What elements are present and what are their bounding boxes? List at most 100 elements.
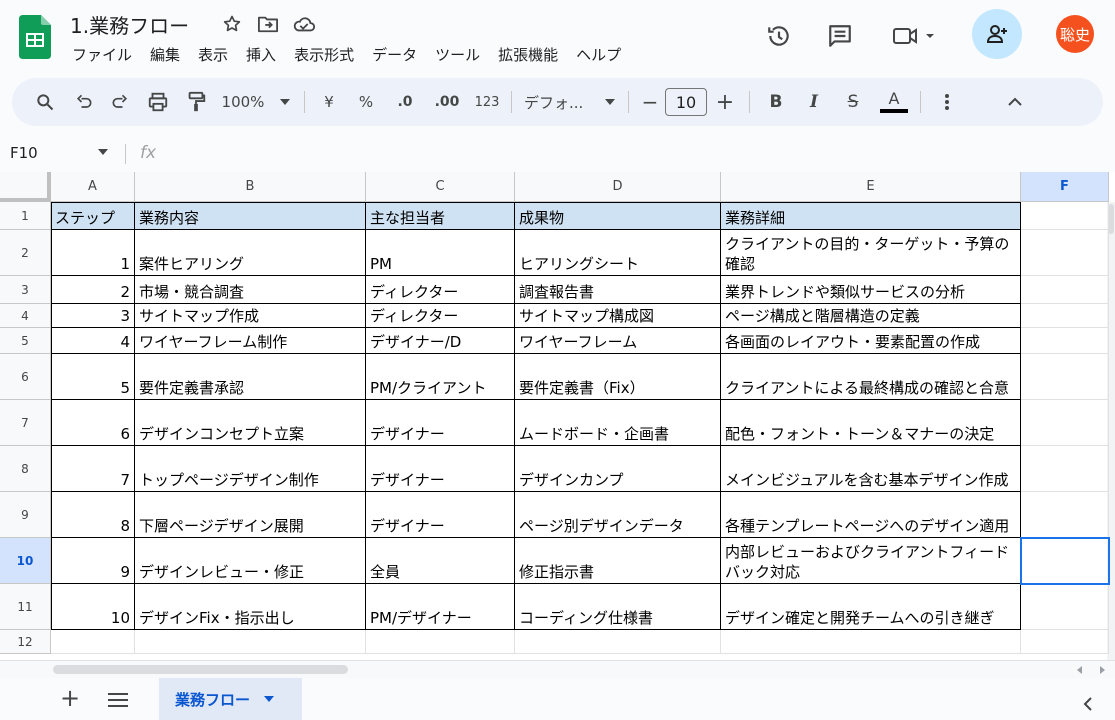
cell-e7[interactable]: 配色・フォント・トーン＆マナーの決定 <box>721 400 1021 446</box>
menu-format[interactable]: 表示形式 <box>285 44 363 65</box>
row-header-3[interactable]: 3 <box>0 276 51 304</box>
scroll-right-icon[interactable] <box>1098 666 1106 674</box>
menu-help[interactable]: ヘルプ <box>567 44 630 65</box>
cell-f7[interactable] <box>1021 400 1109 446</box>
row-header-10[interactable]: 10 <box>0 538 51 584</box>
cell-d2[interactable]: ヒアリングシート <box>515 230 721 276</box>
italic-button[interactable]: I <box>796 86 832 118</box>
cell-a12[interactable] <box>51 630 135 654</box>
print-icon[interactable] <box>138 86 178 118</box>
cell-d6[interactable]: 要件定義書（Fix） <box>515 354 721 400</box>
cell-b11[interactable]: デザインFix・指示出し <box>135 584 366 630</box>
cell-e10[interactable]: 内部レビューおよびクライアントフィードバック対応 <box>721 538 1021 584</box>
cell-b12[interactable] <box>135 630 366 654</box>
column-header-f[interactable]: F <box>1021 172 1109 202</box>
row-header-6[interactable]: 6 <box>0 354 51 400</box>
sheet-tab-active[interactable]: 業務フロー <box>159 678 302 720</box>
column-header-b[interactable]: B <box>135 172 366 202</box>
cell-e2[interactable]: クライアントの目的・ターゲット・予算の確認 <box>721 230 1021 276</box>
more-options-icon[interactable] <box>927 86 967 118</box>
cell-b4[interactable]: サイトマップ作成 <box>135 304 366 328</box>
cell-e11[interactable]: デザイン確定と開発チームへの引き継ぎ <box>721 584 1021 630</box>
name-box-dropdown-icon[interactable] <box>98 149 108 155</box>
currency-format-button[interactable]: ¥ <box>311 86 347 118</box>
row-header-7[interactable]: 7 <box>0 400 51 446</box>
collapse-toolbar-icon[interactable] <box>995 86 1035 118</box>
paint-format-icon[interactable] <box>178 86 214 118</box>
header-cell-deliverable[interactable]: 成果物 <box>515 202 721 230</box>
row-header-12[interactable]: 12 <box>0 630 51 654</box>
cell-f4[interactable] <box>1021 304 1109 328</box>
undo-icon[interactable] <box>66 86 102 118</box>
row-header-1[interactable]: 1 <box>0 202 51 230</box>
comments-icon[interactable] <box>826 22 854 50</box>
version-history-icon[interactable] <box>765 22 793 50</box>
strikethrough-button[interactable]: S <box>832 86 874 118</box>
increase-font-size-button[interactable]: + <box>707 86 743 118</box>
menu-tools[interactable]: ツール <box>426 44 489 65</box>
text-color-button[interactable]: A <box>874 86 914 118</box>
cell-f11[interactable] <box>1021 584 1109 630</box>
document-title[interactable]: 1.業務フロー <box>70 10 189 39</box>
star-icon[interactable] <box>220 12 244 36</box>
cloud-status-icon[interactable] <box>292 12 316 36</box>
cell-d9[interactable]: ページ別デザインデータ <box>515 492 721 538</box>
cell-f5[interactable] <box>1021 328 1109 354</box>
menu-data[interactable]: データ <box>363 44 426 65</box>
cell-c9[interactable]: デザイナー <box>366 492 515 538</box>
cell-e4[interactable]: ページ構成と階層構造の定義 <box>721 304 1021 328</box>
cell-e8[interactable]: メインビジュアルを含む基本デザイン作成 <box>721 446 1021 492</box>
row-header-5[interactable]: 5 <box>0 328 51 354</box>
header-cell-task[interactable]: 業務内容 <box>135 202 366 230</box>
horizontal-scrollbar[interactable] <box>0 660 1115 678</box>
cell-c12[interactable] <box>366 630 515 654</box>
increase-decimal-button[interactable]: .00 <box>425 86 469 118</box>
cell-a7[interactable]: 6 <box>51 400 135 446</box>
column-header-a[interactable]: A <box>51 172 135 202</box>
share-button[interactable] <box>972 9 1022 59</box>
cell-c11[interactable]: PM/デザイナー <box>366 584 515 630</box>
cell-e12[interactable] <box>721 630 1021 654</box>
zoom-dropdown-icon[interactable] <box>272 86 298 118</box>
cell-a9[interactable]: 8 <box>51 492 135 538</box>
cell-c3[interactable]: ディレクター <box>366 276 515 304</box>
cell-b2[interactable]: 案件ヒアリング <box>135 230 366 276</box>
add-sheet-button[interactable]: + <box>58 686 82 710</box>
horizontal-scroll-thumb[interactable] <box>53 665 348 674</box>
cell-b6[interactable]: 要件定義書承認 <box>135 354 366 400</box>
cell-a2[interactable]: 1 <box>51 230 135 276</box>
percent-format-button[interactable]: % <box>347 86 385 118</box>
menu-extensions[interactable]: 拡張機能 <box>489 44 567 65</box>
cell-c6[interactable]: PM/クライアント <box>366 354 515 400</box>
cell-d8[interactable]: デザインカンプ <box>515 446 721 492</box>
zoom-select[interactable]: 100% <box>214 86 272 118</box>
column-header-e[interactable]: E <box>721 172 1021 202</box>
cell-b8[interactable]: トップページデザイン制作 <box>135 446 366 492</box>
cell-e5[interactable]: 各画面のレイアウト・要素配置の作成 <box>721 328 1021 354</box>
cell-a3[interactable]: 2 <box>51 276 135 304</box>
cell-c4[interactable]: ディレクター <box>366 304 515 328</box>
cell-d3[interactable]: 調査報告書 <box>515 276 721 304</box>
cell-b7[interactable]: デザインコンセプト立案 <box>135 400 366 446</box>
cell-f3[interactable] <box>1021 276 1109 304</box>
cell-d7[interactable]: ムードボード・企画書 <box>515 400 721 446</box>
name-box[interactable]: F10 <box>10 144 38 162</box>
row-header-4[interactable]: 4 <box>0 304 51 328</box>
cell-a6[interactable]: 5 <box>51 354 135 400</box>
menu-insert[interactable]: 挿入 <box>237 44 285 65</box>
cell-d10[interactable]: 修正指示書 <box>515 538 721 584</box>
scroll-left-icon[interactable] <box>1076 666 1084 674</box>
cell-f8[interactable] <box>1021 446 1109 492</box>
cell-c2[interactable]: PM <box>366 230 515 276</box>
cell-e9[interactable]: 各種テンプレートページへのデザイン適用 <box>721 492 1021 538</box>
cell-d5[interactable]: ワイヤーフレーム <box>515 328 721 354</box>
cell-b10[interactable]: デザインレビュー・修正 <box>135 538 366 584</box>
cell-e3[interactable]: 業界トレンドや類似サービスの分析 <box>721 276 1021 304</box>
cell-a11[interactable]: 10 <box>51 584 135 630</box>
redo-icon[interactable] <box>102 86 138 118</box>
font-size-input[interactable]: 10 <box>665 88 707 116</box>
cell-b3[interactable]: 市場・競合調査 <box>135 276 366 304</box>
cell-d4[interactable]: サイトマップ構成図 <box>515 304 721 328</box>
row-header-11[interactable]: 11 <box>0 584 51 630</box>
cell-d11[interactable]: コーディング仕様書 <box>515 584 721 630</box>
